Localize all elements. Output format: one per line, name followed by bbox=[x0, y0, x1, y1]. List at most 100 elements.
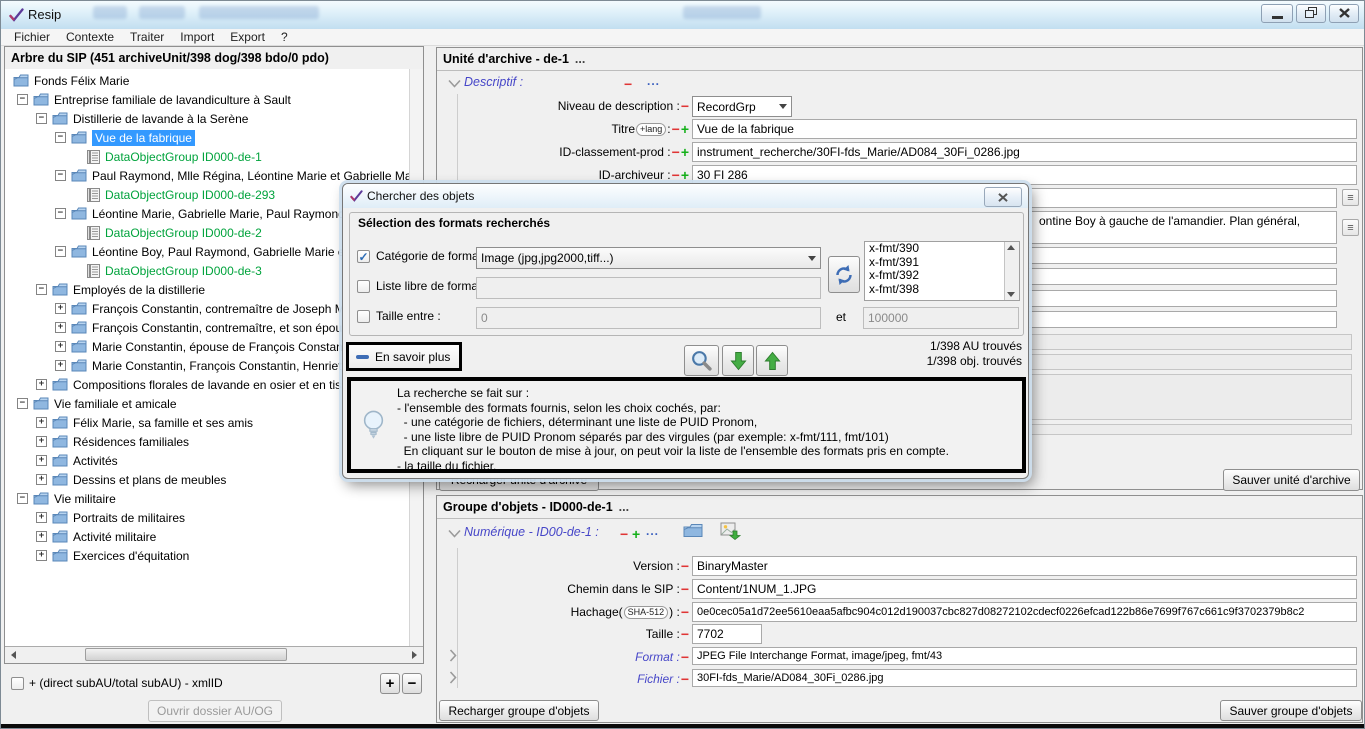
scrollbar-thumb[interactable] bbox=[85, 648, 287, 661]
format-list-item[interactable]: x-fmt/398 bbox=[865, 283, 1019, 297]
search-button[interactable] bbox=[684, 345, 719, 376]
numerique-section-label[interactable]: Numérique - ID00-de-1 : bbox=[464, 525, 599, 539]
add-field-icon[interactable]: + bbox=[681, 147, 689, 157]
collapse-icon[interactable]: − bbox=[36, 113, 47, 124]
collapse-icon[interactable]: − bbox=[55, 132, 66, 143]
remove-field-icon[interactable]: − bbox=[681, 607, 689, 617]
remove-field-icon[interactable]: − bbox=[672, 147, 680, 157]
remove-field-icon[interactable]: − bbox=[681, 101, 689, 111]
chemin-input[interactable]: Content/1NUM_1.JPG bbox=[692, 579, 1357, 599]
minimize-button[interactable] bbox=[1261, 4, 1293, 23]
menu-help[interactable]: ? bbox=[273, 30, 296, 44]
taille-max-input[interactable]: 100000 bbox=[863, 307, 1019, 329]
tree-item[interactable]: −Vue de la fabrique bbox=[5, 128, 409, 147]
tree-horizontal-scrollbar[interactable] bbox=[5, 646, 423, 663]
niveau-select[interactable]: RecordGrp bbox=[692, 96, 792, 117]
fichier-input[interactable]: 30FI-fds_Marie/AD084_30Fi_0286.jpg bbox=[692, 669, 1357, 687]
tree-item[interactable]: Fonds Félix Marie bbox=[5, 71, 409, 90]
dialog-close-button[interactable] bbox=[984, 187, 1022, 207]
lang-badge[interactable]: +lang bbox=[636, 123, 666, 136]
menu-import[interactable]: Import bbox=[172, 30, 222, 44]
remove-object-icon[interactable]: − bbox=[620, 529, 628, 539]
categorie-select[interactable]: Image (jpg,jpg2000,tiff...) bbox=[476, 247, 821, 269]
scroll-up-icon[interactable] bbox=[1004, 242, 1017, 253]
scroll-down-icon[interactable] bbox=[1004, 289, 1017, 300]
expand-icon[interactable]: + bbox=[55, 360, 66, 371]
collapse-icon[interactable]: − bbox=[17, 398, 28, 409]
edit-text-button[interactable]: ≡ bbox=[1342, 219, 1359, 236]
save-object-group-button[interactable]: Sauver groupe d'objets bbox=[1220, 700, 1362, 721]
restore-button[interactable] bbox=[1296, 4, 1326, 23]
descriptif-section-label[interactable]: Descriptif : bbox=[464, 75, 523, 89]
format-list-item[interactable]: x-fmt/392 bbox=[865, 269, 1019, 283]
numerique-more[interactable]: ... bbox=[646, 524, 659, 538]
dialog-title-bar[interactable]: Chercher des objets bbox=[343, 184, 1028, 208]
tree-item[interactable]: −Distillerie de lavande à la Serène bbox=[5, 109, 409, 128]
hash-algo-badge[interactable]: SHA-512 bbox=[624, 606, 669, 619]
previous-result-button[interactable] bbox=[756, 345, 788, 376]
remove-field-icon[interactable]: − bbox=[672, 170, 680, 180]
collapse-icon[interactable]: − bbox=[55, 170, 66, 181]
add-field-icon[interactable]: + bbox=[681, 170, 689, 180]
add-field-icon[interactable]: + bbox=[681, 124, 689, 134]
collapse-icon[interactable]: − bbox=[17, 493, 28, 504]
tree-item[interactable]: −Vie militaire bbox=[5, 489, 409, 508]
expand-icon[interactable]: + bbox=[36, 455, 47, 466]
expand-icon[interactable]: + bbox=[36, 531, 47, 542]
edit-text-button[interactable]: ≡ bbox=[1342, 189, 1359, 206]
remove-descriptif-icon[interactable]: − bbox=[624, 79, 632, 89]
expand-icon[interactable]: + bbox=[36, 379, 47, 390]
format-list-item[interactable]: x-fmt/390 bbox=[865, 242, 1019, 256]
hachage-input[interactable]: 0e0cec05a1d72ee5610eaa5afbc904c012d19003… bbox=[692, 602, 1357, 622]
menu-fichier[interactable]: Fichier bbox=[6, 30, 58, 44]
en-savoir-plus-button[interactable]: En savoir plus bbox=[346, 342, 462, 371]
collapse-icon[interactable]: − bbox=[17, 94, 28, 105]
remove-field-icon[interactable]: − bbox=[681, 674, 689, 684]
expand-icon[interactable]: + bbox=[36, 436, 47, 447]
open-folder-icon[interactable] bbox=[683, 523, 703, 543]
collapse-icon[interactable]: − bbox=[55, 246, 66, 257]
tree-item[interactable]: +Exercices d'équitation bbox=[5, 546, 409, 565]
remove-field-icon[interactable]: − bbox=[681, 652, 689, 662]
liste-libre-checkbox[interactable] bbox=[357, 280, 370, 293]
remove-field-icon[interactable]: − bbox=[681, 629, 689, 639]
expand-icon[interactable]: + bbox=[36, 474, 47, 485]
version-input[interactable]: BinaryMaster bbox=[692, 556, 1357, 576]
liste-libre-input[interactable] bbox=[476, 277, 821, 299]
close-button[interactable] bbox=[1329, 4, 1359, 23]
taille-input[interactable]: 7702 bbox=[692, 624, 762, 644]
collapse-section-icon[interactable] bbox=[448, 529, 461, 538]
extract-object-icon[interactable] bbox=[720, 522, 741, 545]
tree-zoom-out-button[interactable]: − bbox=[402, 673, 422, 694]
expand-icon[interactable]: + bbox=[55, 322, 66, 333]
menu-contexte[interactable]: Contexte bbox=[58, 30, 122, 44]
save-archive-unit-button[interactable]: Sauver unité d'archive bbox=[1223, 469, 1360, 491]
collapse-icon[interactable]: − bbox=[36, 284, 47, 295]
expand-icon[interactable]: + bbox=[55, 303, 66, 314]
expand-icon[interactable]: + bbox=[36, 417, 47, 428]
taille-checkbox[interactable] bbox=[357, 310, 370, 323]
remove-field-icon[interactable]: − bbox=[681, 561, 689, 571]
tree-zoom-in-button[interactable]: + bbox=[380, 673, 400, 694]
taille-min-input[interactable]: 0 bbox=[476, 307, 821, 329]
reload-object-group-button[interactable]: Recharger groupe d'objets bbox=[439, 700, 599, 721]
collapse-section-icon[interactable] bbox=[448, 79, 461, 88]
remove-field-icon[interactable]: − bbox=[681, 584, 689, 594]
scroll-right-icon[interactable] bbox=[407, 648, 422, 662]
subau-xmlid-checkbox[interactable] bbox=[11, 677, 24, 690]
collapse-icon[interactable]: − bbox=[55, 208, 66, 219]
tree-item[interactable]: −Entreprise familiale de lavandiculture … bbox=[5, 90, 409, 109]
tree-item[interactable]: DataObjectGroup ID000-de-1 bbox=[5, 147, 409, 166]
add-object-icon[interactable]: + bbox=[632, 529, 640, 539]
tree-item[interactable]: +Activité militaire bbox=[5, 527, 409, 546]
scroll-left-icon[interactable] bbox=[6, 648, 21, 662]
next-result-button[interactable] bbox=[722, 345, 754, 376]
remove-field-icon[interactable]: − bbox=[672, 124, 680, 134]
format-list-item[interactable]: x-fmt/391 bbox=[865, 256, 1019, 270]
tree-item[interactable]: +Portraits de militaires bbox=[5, 508, 409, 527]
expand-icon[interactable]: + bbox=[36, 512, 47, 523]
refresh-formats-button[interactable] bbox=[828, 256, 860, 293]
open-au-og-folder-button[interactable]: Ouvrir dossier AU/OG bbox=[148, 700, 282, 722]
menu-export[interactable]: Export bbox=[222, 30, 273, 44]
expand-icon[interactable]: + bbox=[36, 550, 47, 561]
